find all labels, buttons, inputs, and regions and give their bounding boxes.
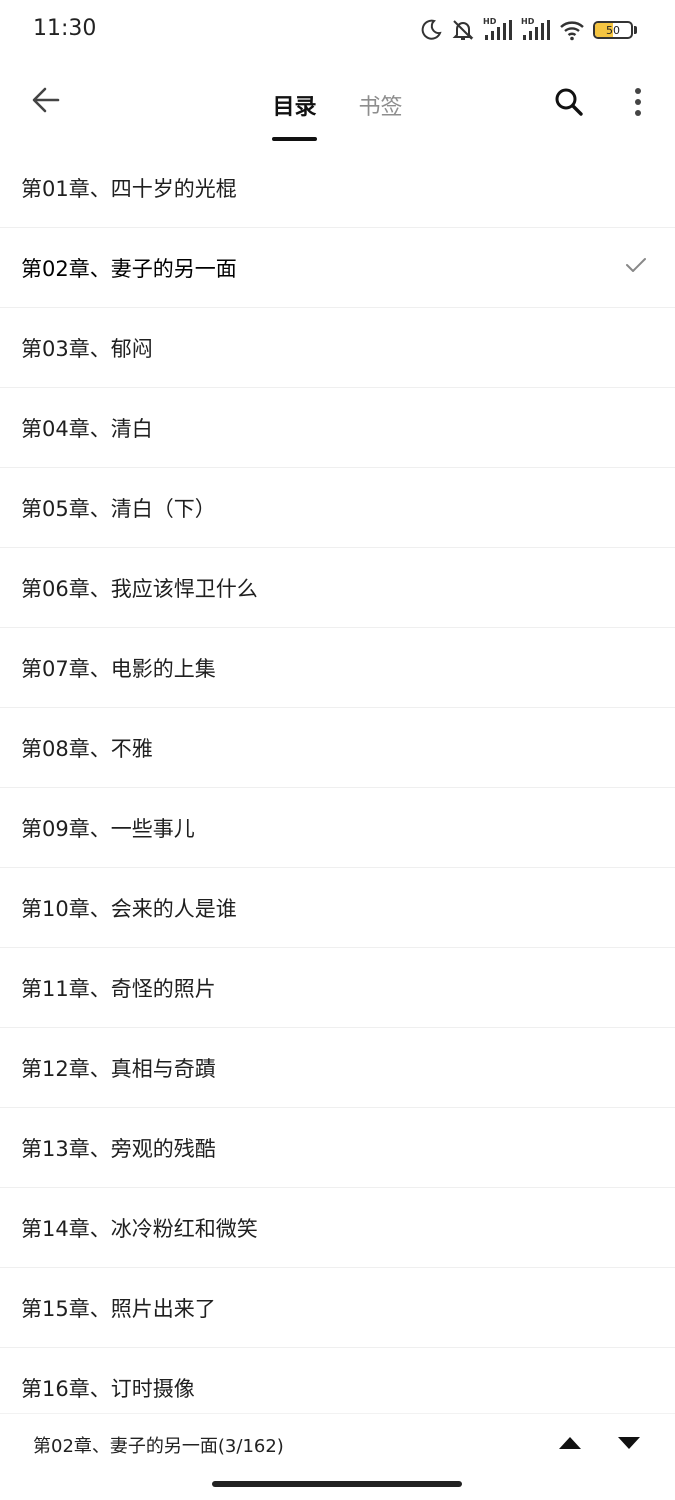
chapter-item[interactable]: 第07章、电影的上集 — [0, 628, 675, 708]
chapter-title: 第05章、清白（下） — [21, 496, 216, 521]
status-time: 11:30 — [33, 16, 97, 41]
screen: 11:30 HD HD 50 目录 书签 第01章、四十岁的光棍 第02章、妻子… — [0, 0, 675, 1500]
battery-body: 50 — [593, 21, 633, 39]
chapter-title: 第16章、订时摄像 — [21, 1376, 195, 1401]
search-button[interactable] — [547, 82, 591, 126]
header: 目录 书签 — [0, 60, 675, 145]
wifi-icon — [559, 19, 585, 41]
status-bar: 11:30 HD HD 50 — [0, 0, 675, 60]
bottom-bar: 第02章、妻子的另一面(3/162) — [0, 1414, 675, 1500]
chapter-item[interactable]: 第10章、会来的人是谁 — [0, 868, 675, 948]
chapter-item[interactable]: 第04章、清白 — [0, 388, 675, 468]
chapter-title: 第12章、真相与奇蹟 — [21, 1056, 216, 1081]
chapter-item[interactable]: 第13章、旁观的残酷 — [0, 1108, 675, 1188]
chapter-title: 第02章、妻子的另一面 — [21, 256, 237, 281]
hd-signal-icon: HD — [521, 18, 551, 42]
previous-chapter-button[interactable] — [552, 1430, 588, 1460]
triangle-down-icon — [616, 1435, 642, 1455]
battery-icon: 50 — [593, 21, 637, 39]
more-button[interactable] — [620, 82, 656, 126]
chapter-title: 第11章、奇怪的照片 — [21, 976, 216, 1001]
chapter-title: 第13章、旁观的残酷 — [21, 1136, 216, 1161]
more-vertical-icon — [633, 87, 643, 121]
chapter-title: 第15章、照片出来了 — [21, 1296, 216, 1321]
battery-tip — [634, 26, 637, 34]
chapter-item[interactable]: 第09章、一些事儿 — [0, 788, 675, 868]
reading-progress: 第02章、妻子的另一面(3/162) — [33, 1436, 284, 1457]
chapter-title: 第14章、冰冷粉红和微笑 — [21, 1216, 258, 1241]
next-chapter-button[interactable] — [611, 1430, 647, 1460]
bell-off-icon — [451, 18, 475, 42]
chapter-item[interactable]: 第16章、订时摄像 — [0, 1348, 675, 1414]
chapter-title: 第03章、郁闷 — [21, 336, 153, 361]
chapter-item[interactable]: 第12章、真相与奇蹟 — [0, 1028, 675, 1108]
chapter-title: 第06章、我应该悍卫什么 — [21, 576, 258, 601]
check-icon — [625, 256, 647, 278]
tab-contents[interactable]: 目录 — [272, 60, 317, 145]
chapter-item[interactable]: 第06章、我应该悍卫什么 — [0, 548, 675, 628]
chapter-item[interactable]: 第15章、照片出来了 — [0, 1268, 675, 1348]
status-icons: HD HD 50 — [419, 15, 637, 45]
chapter-item[interactable]: 第02章、妻子的另一面 — [0, 228, 675, 308]
triangle-up-icon — [557, 1435, 583, 1455]
battery-level: 50 — [606, 23, 620, 37]
chapter-item[interactable]: 第08章、不雅 — [0, 708, 675, 788]
chapter-title: 第09章、一些事儿 — [21, 816, 195, 841]
chapter-item[interactable]: 第03章、郁闷 — [0, 308, 675, 388]
tab-contents-label: 目录 — [272, 95, 317, 120]
search-icon — [553, 86, 585, 122]
chapter-title: 第07章、电影的上集 — [21, 656, 216, 681]
tab-bookmarks[interactable]: 书签 — [359, 60, 403, 145]
chapter-list: 第01章、四十岁的光棍 第02章、妻子的另一面 第03章、郁闷 第04章、清白第05章… — [0, 148, 675, 1414]
chapter-item[interactable]: 第11章、奇怪的照片 — [0, 948, 675, 1028]
active-tab-indicator — [272, 137, 317, 141]
moon-icon — [419, 18, 443, 42]
home-indicator[interactable] — [212, 1481, 462, 1487]
chapter-item[interactable]: 第01章、四十岁的光棍 — [0, 148, 675, 228]
chapter-item[interactable]: 第05章、清白（下） — [0, 468, 675, 548]
chapter-title: 第01章、四十岁的光棍 — [21, 176, 237, 201]
chapter-item[interactable]: 第14章、冰冷粉红和微笑 — [0, 1188, 675, 1268]
chapter-title: 第04章、清白 — [21, 416, 153, 441]
chapter-title: 第10章、会来的人是谁 — [21, 896, 237, 921]
chapter-title: 第08章、不雅 — [21, 736, 153, 761]
tab-bookmarks-label: 书签 — [358, 95, 403, 120]
hd-signal-icon: HD — [483, 18, 513, 42]
